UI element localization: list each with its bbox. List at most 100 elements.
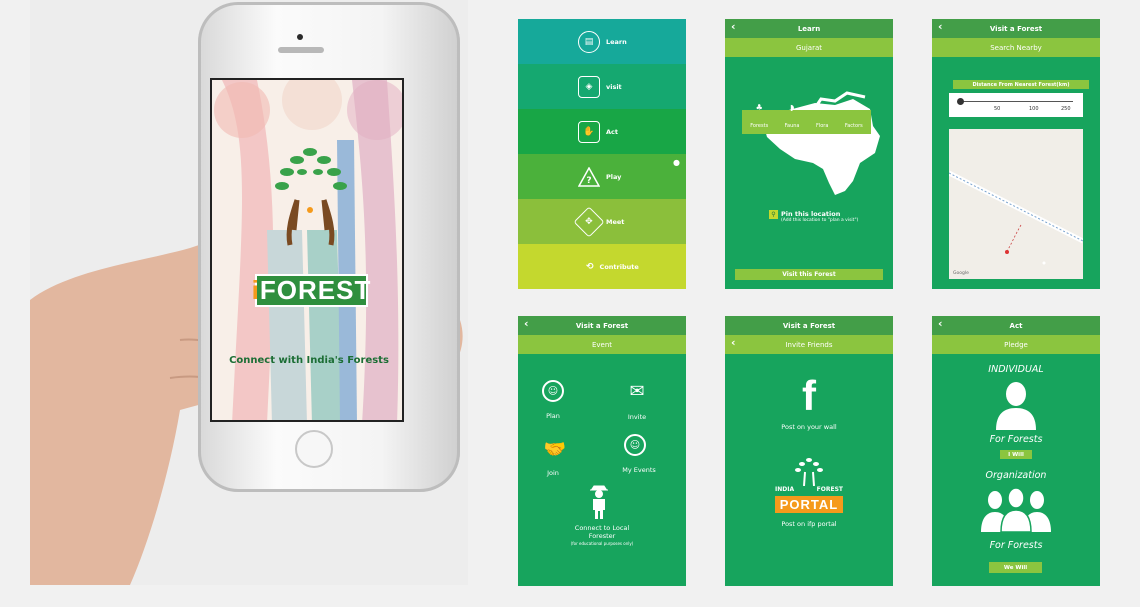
pin-location[interactable]: ⚲ Pin this location (Add this location t…: [769, 210, 858, 223]
menu-item-act[interactable]: ✋ Act: [518, 109, 686, 154]
back-icon[interactable]: ‹: [524, 317, 529, 330]
hand-icon: ✋: [578, 120, 600, 143]
for-forests-2: For Forests: [989, 540, 1043, 551]
group-icon: [981, 487, 1051, 532]
map-view[interactable]: Google: [949, 129, 1083, 279]
organization-label: Organization: [985, 470, 1047, 481]
invite-header: Visit a Forest: [725, 316, 893, 335]
learn-subheader: Gujarat: [725, 38, 893, 57]
turtle-icon: ●: [673, 158, 680, 167]
menu-item-visit[interactable]: ◈ visit: [518, 64, 686, 109]
search-title: Visit a Forest: [989, 24, 1043, 33]
iforest-logo: iFOREST: [251, 274, 372, 307]
portal-title: INDIA FOREST: [775, 486, 843, 493]
category-tabs: ♣ Forests ◗ Fauna ♠ Flora ⚒ Factors: [742, 103, 871, 134]
pin-icon: ⚲: [769, 210, 778, 219]
search-nearby-screen: ‹ Visit a Forest Search Nearby Distance …: [932, 19, 1100, 289]
menu-label-contribute: Contribute: [599, 262, 639, 271]
distance-label: Distance From Nearest Forest(km): [953, 80, 1089, 89]
menu-item-play[interactable]: ? Play ●: [518, 154, 686, 199]
pin-note: (Add this location to "plan a visit"): [781, 218, 859, 223]
visit-forest-button[interactable]: Visit this Forest: [735, 269, 883, 280]
learn-screen: ‹ Learn Gujarat ♣ Forests ◗ Fauna ♠ Flora ⚒…: [725, 19, 893, 289]
my-events-label: My Events: [622, 466, 656, 474]
menu-label-play: Play: [606, 172, 622, 181]
back-icon[interactable]: ‹: [731, 336, 736, 349]
compass-icon: ◈: [578, 75, 600, 98]
we-will-button[interactable]: We Will: [989, 562, 1042, 573]
join-label: Join: [547, 469, 559, 477]
event-screen: ‹ Visit a Forest Event ☺ Plan ✉ Invite 🤝…: [518, 316, 686, 586]
portal-tree-icon: [795, 458, 823, 486]
tab-forests[interactable]: ♣ Forests: [750, 103, 768, 131]
i-will-button[interactable]: I Will: [1000, 450, 1032, 459]
forest-artwork: [212, 80, 402, 420]
menu-item-contribute[interactable]: ⟲ Contribute: [518, 244, 686, 289]
invite-subtitle: Invite Friends: [785, 340, 833, 349]
tab-flora[interactable]: ♠ Flora: [816, 103, 828, 131]
back-icon[interactable]: ‹: [731, 20, 736, 33]
person-icon: [996, 382, 1036, 430]
menu-label-learn: Learn: [606, 37, 627, 46]
contribute-icon: ⟲: [586, 261, 594, 272]
act-header: ‹ Act: [932, 316, 1100, 335]
tab-factors[interactable]: ⚒ Factors: [845, 103, 863, 131]
splash-screen[interactable]: iFOREST Connect with India's Forests: [210, 78, 404, 422]
tab-fauna[interactable]: ◗ Fauna: [785, 103, 800, 131]
plan-icon[interactable]: ☺: [542, 380, 564, 402]
phone-device: iFOREST Connect with India's Forests: [198, 2, 460, 492]
invite-icon[interactable]: ✉: [626, 380, 648, 402]
menu-label-meet: Meet: [606, 217, 625, 226]
connect-forester-label[interactable]: Connect to Local Forester (for education…: [558, 524, 646, 548]
tool-icon: ⚒: [850, 103, 858, 112]
map-roads: [949, 170, 1083, 265]
post-ifp-label: Post on ifp portal: [781, 520, 837, 528]
handshake-icon[interactable]: 🤝: [540, 436, 570, 462]
portal-badge[interactable]: PORTAL: [775, 496, 843, 513]
plan-label: Plan: [546, 412, 560, 420]
event-header: ‹ Visit a Forest: [518, 316, 686, 335]
learn-header: ‹ Learn: [725, 19, 893, 38]
learn-subtitle: Gujarat: [795, 43, 822, 52]
invite-subheader: ‹ Invite Friends: [725, 335, 893, 354]
logo-word: FOREST: [259, 275, 372, 305]
tagline: Connect with India's Forests: [229, 355, 389, 366]
my-events-icon[interactable]: ☺: [624, 434, 646, 456]
back-icon[interactable]: ‹: [938, 317, 943, 330]
invite-label: Invite: [627, 413, 647, 421]
tree-icon: ♣: [755, 103, 763, 112]
showcase: iFOREST Connect with India's Forests ▤ L…: [0, 0, 1140, 607]
act-subtitle: Pledge: [1004, 340, 1028, 349]
slider-handle[interactable]: [957, 98, 964, 105]
individual-label: INDIVIDUAL: [988, 364, 1044, 375]
invite-friends-screen: Visit a Forest ‹ Invite Friends f Post o…: [725, 316, 893, 586]
act-title: Act: [1009, 321, 1023, 330]
act-subheader: Pledge: [932, 335, 1100, 354]
facebook-icon[interactable]: f: [795, 372, 823, 419]
menu-item-meet[interactable]: ✥ Meet: [518, 199, 686, 244]
logo-i: i: [251, 275, 260, 305]
for-forests-1: For Forests: [989, 434, 1043, 445]
search-header: ‹ Visit a Forest: [932, 19, 1100, 38]
learn-title: Learn: [797, 24, 821, 33]
menu-item-learn[interactable]: ▤ Learn: [518, 19, 686, 64]
back-icon[interactable]: ‹: [938, 20, 943, 33]
menu-label-act: Act: [606, 127, 618, 136]
post-wall-label: Post on your wall: [781, 423, 837, 431]
invite-title: Visit a Forest: [782, 321, 836, 330]
event-subtitle: Event: [591, 340, 613, 349]
home-button[interactable]: [295, 430, 333, 468]
elephant-icon: ◗: [789, 103, 795, 112]
forester-icon[interactable]: [588, 484, 610, 520]
map-credit: Google: [953, 271, 969, 276]
event-subheader: Event: [518, 335, 686, 354]
event-title: Visit a Forest: [575, 321, 629, 330]
book-icon: ▤: [578, 30, 600, 53]
question-icon: ?: [578, 166, 600, 188]
menu-label-visit: visit: [606, 82, 622, 91]
menu-screen: ▤ Learn ◈ visit ✋ Act ? Play ● ✥ Meet ⟲ …: [518, 19, 686, 289]
slider-track: [959, 101, 1073, 102]
people-icon: ✥: [573, 205, 605, 238]
distance-slider[interactable]: 50 100 250: [949, 93, 1083, 117]
leaf-icon: ♠: [818, 103, 826, 112]
